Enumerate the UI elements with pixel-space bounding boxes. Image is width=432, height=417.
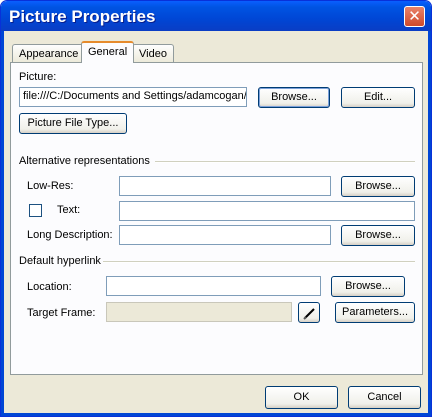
text-label: Text: [57, 204, 81, 216]
window-frame-bottom [1, 413, 431, 416]
text-checkbox[interactable] [29, 204, 42, 217]
picture-label: Picture: [19, 71, 57, 83]
picture-browse-button[interactable]: Browse... [258, 87, 330, 108]
window-frame-left [1, 31, 4, 416]
picture-file-type-button[interactable]: Picture File Type... [19, 113, 127, 134]
dialog-title: Picture Properties [9, 7, 156, 26]
location-field[interactable] [106, 276, 321, 296]
hyperlink-group-label: Default hyperlink [19, 255, 101, 267]
hyperlink-group-divider [103, 261, 415, 263]
tab-general[interactable]: General [81, 41, 135, 63]
picture-path-field[interactable]: file:///C:/Documents and Settings/adamco… [19, 87, 247, 107]
parameters-button[interactable]: Parameters... [335, 302, 415, 323]
title-bar[interactable]: Picture Properties ✕ [1, 1, 431, 31]
text-field[interactable] [119, 201, 415, 221]
lowres-field[interactable] [119, 176, 331, 196]
location-browse-button[interactable]: Browse... [331, 276, 405, 297]
tab-video[interactable]: Video [132, 44, 174, 63]
window-frame-right [428, 31, 431, 416]
close-icon: ✕ [408, 7, 421, 25]
target-frame-field[interactable] [106, 302, 292, 322]
long-description-label: Long Description: [27, 229, 113, 241]
lowres-label: Low-Res: [27, 180, 74, 192]
alt-group-label: Alternative representations [19, 155, 150, 167]
long-description-field[interactable] [119, 225, 331, 245]
close-button[interactable]: ✕ [404, 6, 425, 27]
target-frame-picker-button[interactable] [298, 302, 320, 323]
lowres-browse-button[interactable]: Browse... [341, 176, 415, 197]
picture-properties-dialog: Picture Properties ✕ Appearance General … [0, 0, 432, 417]
ok-button[interactable]: OK [265, 386, 338, 409]
long-description-browse-button[interactable]: Browse... [341, 225, 415, 246]
cancel-button[interactable]: Cancel [348, 386, 421, 409]
pencil-icon [303, 308, 315, 320]
tab-appearance[interactable]: Appearance [12, 44, 86, 63]
location-label: Location: [27, 281, 72, 293]
alt-group-divider [155, 161, 415, 163]
general-tab-panel: Picture: file:///C:/Documents and Settin… [10, 62, 423, 375]
target-frame-label: Target Frame: [27, 307, 96, 319]
picture-edit-button[interactable]: Edit... [341, 87, 415, 108]
